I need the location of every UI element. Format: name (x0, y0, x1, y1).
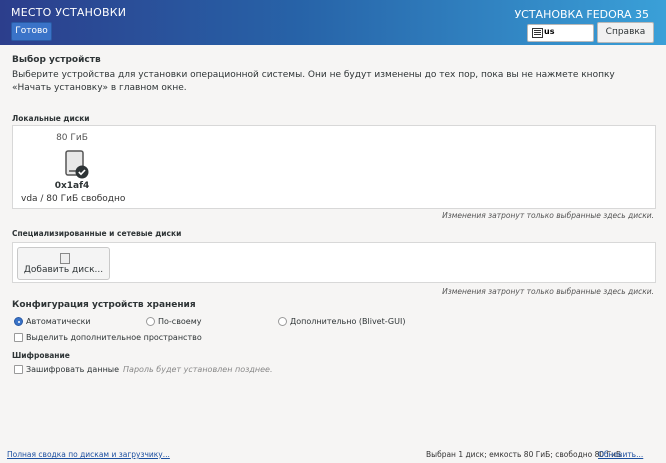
radio-dot (278, 317, 287, 326)
keyboard-layout-indicator[interactable]: us (527, 24, 594, 42)
radio-automatic-label: Автоматически (26, 317, 91, 326)
device-selection-description: Выберите устройства для установки операц… (12, 70, 615, 93)
spoke-title: МЕСТО УСТАНОВКИ (11, 6, 127, 19)
radio-dot (146, 317, 155, 326)
radio-advanced-label: Дополнительно (Blivet-GUI) (290, 317, 406, 326)
device-selection-title: Выбор устройств (12, 55, 101, 65)
local-disks-note: Изменения затронут только выбранные здес… (442, 211, 654, 220)
help-button[interactable]: Справка (597, 22, 654, 43)
reclaim-space-label: Выделить дополнительное пространство (26, 333, 202, 342)
header-bar: МЕСТО УСТАНОВКИ Готово УСТАНОВКА FEDORA … (0, 0, 666, 45)
disk-tile[interactable]: 80 ГиБ 0x1af4 vda / 80 ГиБ свободно (17, 130, 126, 204)
disk-size: 80 ГиБ (56, 133, 88, 143)
add-disk-label: Добавить диск... (23, 265, 104, 275)
checkbox-box (14, 365, 23, 374)
encrypt-hint: Пароль будет установлен позднее. (123, 365, 273, 374)
radio-dot (14, 317, 23, 326)
refresh-link[interactable]: Обновить... (598, 450, 643, 459)
add-disk-button[interactable]: Добавить диск... (17, 247, 110, 280)
checkbox-box (14, 333, 23, 342)
local-disks-panel: 80 ГиБ 0x1af4 vda / 80 ГиБ свободно (12, 125, 656, 209)
encrypt-label: Зашифровать данные Пароль будет установле… (26, 365, 273, 374)
specialized-disks-note: Изменения затронут только выбранные здес… (442, 287, 654, 296)
keyboard-layout-label: us (544, 27, 555, 36)
specialized-disks-title: Специализированные и сетевые диски (12, 229, 182, 238)
hard-disk-icon (65, 150, 89, 179)
encryption-title: Шифрование (12, 351, 70, 360)
disk-icon (60, 253, 70, 264)
disk-info: vda / 80 ГиБ свободно (21, 194, 126, 204)
keyboard-icon (532, 28, 543, 38)
specialized-disks-panel: Добавить диск... (12, 242, 656, 283)
selection-status: Выбран 1 диск; емкость 80 ГиБ; свободно … (426, 450, 622, 459)
product-title: УСТАНОВКА FEDORA 35 (514, 8, 649, 21)
local-disks-title: Локальные диски (12, 114, 90, 123)
disk-name: 0x1af4 (54, 181, 90, 191)
storage-config-title: Конфигурация устройств хранения (12, 300, 196, 310)
full-summary-link[interactable]: Полная сводка по дискам и загрузчику... (7, 450, 170, 459)
radio-custom-label: По-своему (158, 317, 202, 326)
done-button[interactable]: Готово (11, 22, 52, 41)
